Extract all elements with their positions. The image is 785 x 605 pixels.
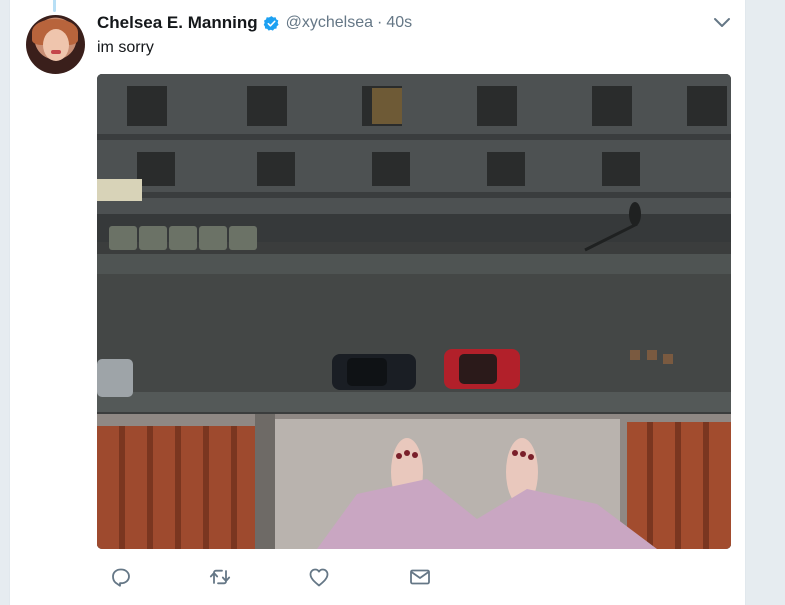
reply-icon[interactable]	[109, 565, 133, 589]
photo-street-from-above	[97, 74, 731, 549]
tweet-actions	[97, 565, 457, 589]
thread-connector-line	[53, 0, 56, 12]
photo-sidewalk	[97, 254, 731, 274]
heart-icon[interactable]	[307, 565, 331, 589]
avatar[interactable]	[26, 15, 85, 74]
separator-dot: ·	[376, 14, 383, 31]
envelope-icon[interactable]	[408, 565, 432, 589]
avatar-face	[43, 29, 69, 61]
tweet-card[interactable]: Chelsea E. Manning @xychelsea · 40s im s…	[9, 0, 746, 605]
photo-car-dark	[332, 354, 416, 390]
author-handle[interactable]: @xychelsea	[286, 14, 373, 32]
photo-car-red	[444, 349, 520, 389]
tweet-timestamp[interactable]: 40s	[386, 14, 412, 32]
author-name[interactable]: Chelsea E. Manning	[97, 13, 258, 33]
photo-railing-right	[627, 422, 731, 549]
tweet-photo[interactable]	[97, 74, 731, 549]
page-background-right	[745, 0, 785, 605]
chevron-down-icon[interactable]	[713, 16, 731, 30]
photo-railing-left	[97, 426, 255, 549]
verified-badge-icon	[263, 15, 280, 32]
avatar-lips	[51, 50, 61, 54]
retweet-icon[interactable]	[208, 565, 232, 589]
tweet-header: Chelsea E. Manning @xychelsea · 40s	[97, 12, 412, 34]
page-background-left	[0, 0, 9, 605]
tweet-text: im sorry	[97, 39, 154, 56]
